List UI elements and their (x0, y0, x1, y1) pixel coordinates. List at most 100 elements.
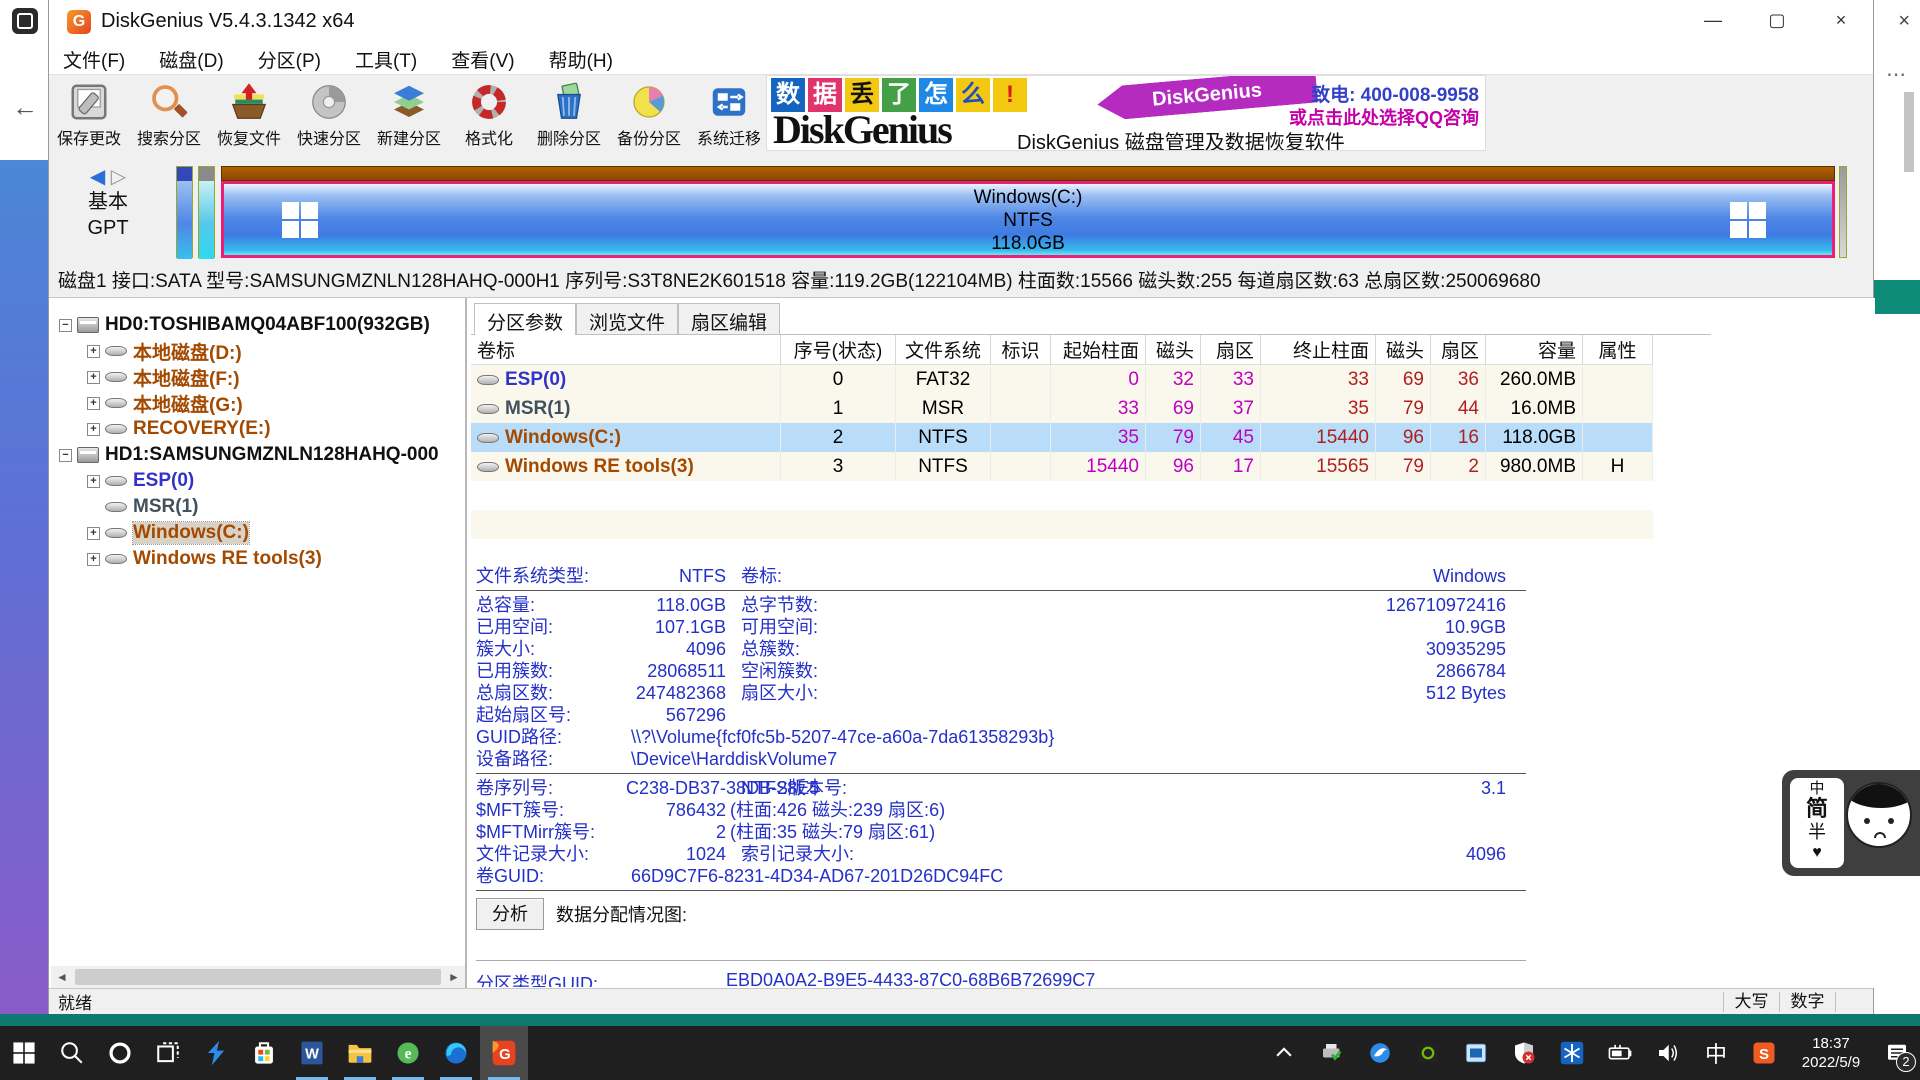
detail-label: 总簇数: (741, 638, 881, 660)
toolbar-button-delete-partition[interactable]: 删除分区 (529, 75, 609, 153)
taskbar-icon-file-explorer[interactable] (336, 1026, 384, 1080)
back-arrow-icon[interactable]: ← (12, 92, 38, 123)
tray-printer-icon[interactable] (1308, 1026, 1356, 1080)
expand-icon[interactable]: + (87, 475, 100, 488)
table-row-msr-1-[interactable]: MSR(1)1MSR33693735794416.0MB (471, 394, 1653, 423)
taskbar-icon-cortana[interactable] (96, 1026, 144, 1080)
maximize-button[interactable]: ▢ (1745, 0, 1809, 40)
tree-item-esp-0-[interactable]: +ESP(0) (51, 468, 465, 494)
toolbar-button-system-migrate[interactable]: 系统迁移 (689, 75, 769, 153)
menu-item-4[interactable]: 查看(V) (451, 46, 514, 73)
detail-value: 66D9C7F6-8231-4D34-AD67-201D26DC94FC (626, 865, 1003, 887)
tray-intel-icon[interactable] (1452, 1026, 1500, 1080)
assistant-avatar[interactable] (1846, 782, 1912, 848)
toolbar-button-save[interactable]: 保存更改 (49, 75, 129, 153)
taskbar-icon-start[interactable] (0, 1026, 48, 1080)
ime-status-card[interactable]: 中 简 半 ♥ (1790, 778, 1844, 868)
partition-block-re-tools[interactable] (1839, 166, 1847, 258)
tray-speaker-icon[interactable] (1644, 1026, 1692, 1080)
expand-icon[interactable]: + (87, 397, 100, 410)
table-row-windows-c-[interactable]: Windows(C:)2NTFS357945154409616118.0GB (471, 423, 1653, 452)
tray-nvidia-icon[interactable] (1404, 1026, 1452, 1080)
horizontal-scrollbar[interactable]: ◄ ► (51, 966, 465, 988)
detail-value: 3.1 (881, 777, 1506, 799)
tray-shield-icon[interactable] (1500, 1026, 1548, 1080)
collapse-icon[interactable]: − (59, 319, 72, 332)
taskbar-icon-word[interactable]: W (288, 1026, 336, 1080)
taskbar-clock[interactable]: 18:372022/5/9 (1788, 1026, 1874, 1080)
toolbar-button-label: 快速分区 (297, 125, 361, 149)
taskbar-icon-edge[interactable] (432, 1026, 480, 1080)
scrollbar-thumb[interactable] (1904, 92, 1914, 172)
clock-date: 2022/5/9 (1788, 1053, 1874, 1072)
tab-浏览文件[interactable]: 浏览文件 (576, 303, 678, 335)
tray-ime-icon[interactable]: 中 (1692, 1026, 1740, 1080)
expand-icon[interactable]: + (87, 371, 100, 384)
toolbar-button-search-partition[interactable]: 搜索分区 (129, 75, 209, 153)
toolbar: 保存更改搜索分区恢复文件快速分区新建分区格式化删除分区备份分区系统迁移 数据丢了… (49, 74, 1873, 152)
taskbar-icon-flash[interactable] (192, 1026, 240, 1080)
minimize-button[interactable]: — (1681, 0, 1745, 40)
tree-item-windows-c-[interactable]: +Windows(C:) (51, 520, 465, 546)
tray-chevron-icon[interactable] (1260, 1026, 1308, 1080)
tray-sogou-icon[interactable]: S (1740, 1026, 1788, 1080)
tree-item-recovery-e-[interactable]: + RECOVERY(E:) (51, 416, 465, 442)
tree-item-hd1-samsungmznln128hahq-000[interactable]: −HD1:SAMSUNGMZNLN128HAHQ-000 (51, 442, 465, 468)
taskbar-icon-diskgenius[interactable]: G (480, 1026, 528, 1080)
taskbar: WeG 中S18:372022/5/92 (0, 1026, 1920, 1080)
collapse-icon[interactable]: − (59, 449, 72, 462)
menu-item-2[interactable]: 分区(P) (258, 46, 321, 73)
taskbar-icon-ie[interactable]: e (384, 1026, 432, 1080)
table-cell: 33 (1261, 365, 1376, 394)
scroll-left-icon[interactable]: ◄ (51, 970, 73, 984)
expand-icon[interactable]: + (87, 553, 100, 566)
tree-item-msr-1-[interactable]: MSR(1) (51, 494, 465, 520)
next-disk-icon[interactable]: ▷ (111, 166, 126, 188)
menu-item-0[interactable]: 文件(F) (63, 46, 125, 73)
toolbar-button-backup-partition[interactable]: 备份分区 (609, 75, 689, 153)
taskbar-icon-task-view[interactable] (144, 1026, 192, 1080)
promo-banner[interactable]: 数据丢了怎么! DiskGenius DiskGenius 致电: 400-00… (766, 75, 1486, 151)
ime-assistant-widget[interactable]: 中 简 半 ♥ (1782, 770, 1920, 876)
scroll-right-icon[interactable]: ► (443, 970, 465, 984)
detail-label: 文件系统类型: (476, 565, 626, 587)
tree-item-label: RECOVERY(E:) (133, 418, 271, 440)
menu-item-5[interactable]: 帮助(H) (549, 46, 613, 73)
tree-item-windows-re-tools-3-[interactable]: +Windows RE tools(3) (51, 546, 465, 572)
tree-item--f-[interactable]: +本地磁盘(F:) (51, 364, 465, 390)
analyze-button[interactable]: 分析 (476, 898, 544, 930)
tray-battery-icon[interactable] (1596, 1026, 1644, 1080)
table-row-windows-re-tools-3-[interactable]: Windows RE tools(3)3NTFS1544096171556579… (471, 452, 1653, 481)
tree-item--d-[interactable]: +本地磁盘(D:) (51, 338, 465, 364)
taskbar-icon-taskbar-search[interactable] (48, 1026, 96, 1080)
tree-item-hd0-toshibamq04abf100-932gb-[interactable]: −HD0:TOSHIBAMQ04ABF100(932GB) (51, 312, 465, 338)
table-row-esp-0-[interactable]: ESP(0)0FAT3203233336936260.0MB (471, 365, 1653, 394)
tray-bird-icon[interactable] (1356, 1026, 1404, 1080)
expand-icon[interactable]: + (87, 527, 100, 540)
partition-block-msr[interactable] (198, 166, 215, 258)
toolbar-button-new-partition[interactable]: 新建分区 (369, 75, 449, 153)
close-icon[interactable]: × (1898, 10, 1910, 33)
close-button[interactable]: × (1809, 0, 1873, 40)
partition-block-windows-c[interactable]: Windows(C:) NTFS 118.0GB (221, 166, 1835, 258)
toolbar-button-quick-partition[interactable]: 快速分区 (289, 75, 369, 153)
volume-details: 文件系统类型:NTFS卷标:Windows总容量:118.0GB总字节数:126… (476, 565, 1576, 894)
notification-center-icon[interactable]: 2 (1874, 1026, 1920, 1080)
scrollbar-thumb[interactable] (75, 969, 441, 985)
expand-icon[interactable]: + (87, 345, 100, 358)
expand-icon[interactable]: + (87, 423, 100, 436)
tab-扇区编辑[interactable]: 扇区编辑 (678, 303, 780, 335)
tab-分区参数[interactable]: 分区参数 (474, 303, 576, 335)
empty-rows (471, 481, 1653, 565)
more-options-icon[interactable]: ⋯ (1886, 62, 1906, 87)
taskbar-icon-store[interactable] (240, 1026, 288, 1080)
column-header: 卷标 (471, 335, 781, 364)
menu-item-1[interactable]: 磁盘(D) (159, 46, 223, 73)
menu-item-3[interactable]: 工具(T) (355, 46, 417, 73)
partition-block-esp[interactable] (176, 166, 193, 258)
toolbar-button-format[interactable]: 格式化 (449, 75, 529, 153)
toolbar-button-recover-files[interactable]: 恢复文件 (209, 75, 289, 153)
tray-snowflake-icon[interactable] (1548, 1026, 1596, 1080)
tree-item--g-[interactable]: +本地磁盘(G:) (51, 390, 465, 416)
prev-disk-icon[interactable]: ◀ (90, 166, 105, 188)
